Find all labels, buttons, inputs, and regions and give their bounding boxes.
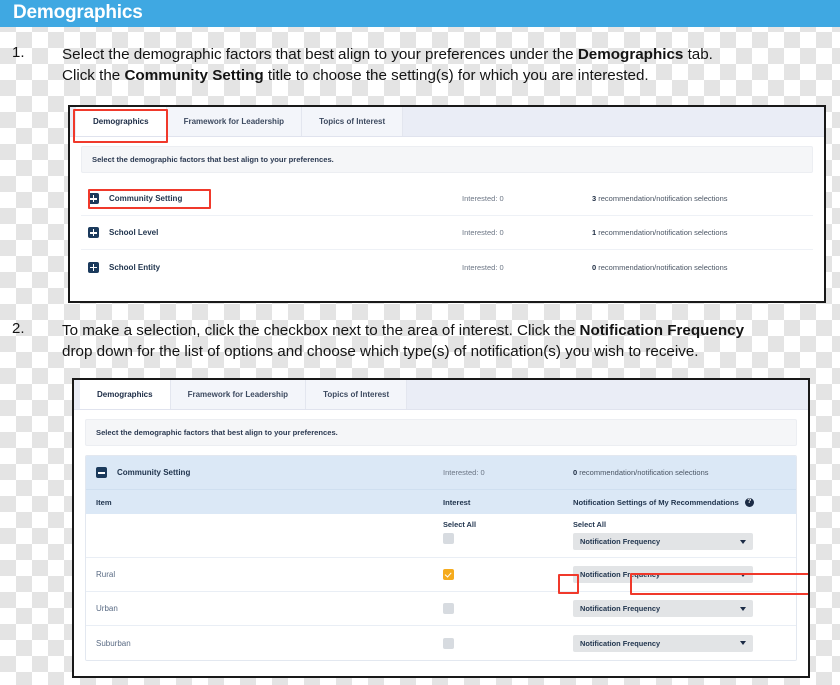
expanded-header-community-setting[interactable]: Community Setting Interested: 0 0 recomm… (86, 456, 796, 489)
tab-bar-1: Demographics Framework for Leadership To… (70, 107, 824, 137)
step-2-line1-part1: To make a selection, click the checkbox … (62, 322, 580, 339)
tab-topics-of-interest[interactable]: Topics of Interest (306, 380, 408, 409)
dropdown-label: Notification Frequency (580, 638, 661, 648)
notification-frequency-dropdown-rural[interactable]: Notification Frequency (573, 566, 753, 583)
notification-frequency-dropdown-suburban[interactable]: Notification Frequency (573, 634, 753, 652)
notification-frequency-dropdown-urban[interactable]: Notification Frequency (573, 600, 753, 617)
intro-instruction-bar-2: Select the demographic factors that best… (85, 419, 797, 446)
chevron-down-icon (740, 641, 746, 645)
step-2-line2-part1: drop down for the list of options and ch… (62, 343, 699, 360)
plus-square-icon[interactable] (88, 261, 99, 273)
cell-rural-notification: Notification Frequency (573, 566, 788, 583)
select-all-notification-label: Select All (573, 520, 606, 529)
chevron-down-icon (740, 572, 746, 577)
dropdown-label: Notification Frequency (580, 537, 661, 546)
table-column-headers: Item Interest Notification Settings of M… (86, 489, 796, 514)
plus-square-icon[interactable] (88, 227, 99, 238)
row-label-suburban: Suburban (96, 638, 131, 648)
row-label-urban: Urban (96, 604, 118, 613)
step-2-number: 2. (12, 320, 25, 337)
accordion-title-school-entity[interactable]: School Entity (109, 263, 160, 272)
interested-count-community-setting: Interested: 0 (462, 194, 504, 203)
interested-count-school-entity: Interested: 0 (462, 262, 504, 272)
selections-count-community-setting: 0 recommendation/notification selections (573, 468, 788, 477)
column-header-item: Item (96, 497, 112, 507)
chevron-down-icon (740, 539, 746, 544)
selections-count-school-level: 1 recommendation/notification selections (592, 228, 807, 237)
interested-count-community-setting: Interested: 0 (443, 468, 485, 477)
table-row-select-all: Select All Select All Notification Frequ… (86, 514, 796, 558)
cell-urban-interest (443, 603, 573, 614)
community-setting-expanded-panel: Community Setting Interested: 0 0 recomm… (85, 455, 797, 661)
screenshot-panel-2: Demographics Framework for Leadership To… (72, 378, 810, 678)
table-row-rural: Rural Notification Frequency (86, 558, 796, 592)
app-window-2: Demographics Framework for Leadership To… (74, 380, 808, 676)
demographic-factor-list: Community Setting Interested: 0 3 recomm… (81, 182, 813, 284)
row-label-rural: Rural (96, 570, 116, 579)
cell-suburban-interest (443, 637, 573, 649)
selections-label-school-entity: recommendation/notification selections (596, 262, 728, 272)
table-row-suburban: Suburban Notification Frequency (86, 626, 796, 660)
interest-checkbox-rural[interactable] (443, 569, 454, 580)
selections-count-school-entity: 0 recommendation/notification selections (592, 263, 807, 272)
page-title: Demographics (13, 2, 143, 23)
accordion-row-school-entity[interactable]: School Entity Interested: 0 0 recommenda… (81, 250, 813, 284)
screenshot-panel-1: Demographics Framework for Leadership To… (68, 105, 826, 303)
step-1-text: Select the demographic factors that best… (62, 44, 834, 86)
step-1-line2-part1: Click the (62, 67, 125, 84)
tab-bar-filler (407, 380, 808, 409)
tab-topics-of-interest[interactable]: Topics of Interest (302, 107, 404, 136)
selections-label-community-setting: recommendation/notification selections (596, 194, 728, 203)
step-1-line1-bold: Demographics (577, 46, 684, 63)
accordion-row-community-setting[interactable]: Community Setting Interested: 0 3 recomm… (81, 182, 813, 216)
content-area-2: Select the demographic factors that best… (74, 410, 808, 661)
accordion-row-school-level[interactable]: School Level Interested: 0 1 recommendat… (81, 216, 813, 250)
step-1-number: 1. (12, 44, 25, 61)
tab-demographics[interactable]: Demographics (80, 380, 171, 409)
cell-rural-interest (443, 569, 573, 580)
tab-demographics[interactable]: Demographics (76, 107, 167, 136)
tab-bar-filler (403, 107, 824, 136)
expanded-title-community-setting[interactable]: Community Setting (117, 468, 190, 477)
interested-count-school-level: Interested: 0 (462, 228, 504, 237)
app-window-1: Demographics Framework for Leadership To… (70, 107, 824, 301)
select-all-notification-frequency-dropdown[interactable]: Notification Frequency (573, 533, 753, 550)
selections-count-community-setting: 3 recommendation/notification selections (592, 194, 807, 203)
tab-framework-for-leadership[interactable]: Framework for Leadership (170, 380, 307, 409)
cell-select-all-interest: Select All (443, 520, 573, 544)
column-header-interest: Interest (443, 497, 471, 507)
step-1-line2-bold: Community Setting (124, 67, 264, 84)
cell-suburban-notification: Notification Frequency (573, 634, 788, 652)
select-all-interest-label: Select All (443, 520, 476, 529)
interest-checkbox-urban[interactable] (443, 603, 454, 614)
selections-label-community-setting: recommendation/notification selections (577, 468, 709, 477)
intro-instruction-bar-1: Select the demographic factors that best… (81, 146, 813, 173)
tab-framework-for-leadership[interactable]: Framework for Leadership (166, 107, 303, 136)
step-1-line1-part1: Select the demographic factors that best… (62, 46, 578, 63)
dropdown-label: Notification Frequency (580, 570, 661, 579)
step-2-text: To make a selection, click the checkbox … (62, 320, 834, 362)
help-icon[interactable]: ? (744, 497, 754, 507)
minus-square-icon[interactable] (96, 467, 107, 478)
chevron-down-icon (740, 606, 746, 611)
content-area-1: Select the demographic factors that best… (70, 137, 824, 284)
select-all-interest-checkbox[interactable] (443, 533, 454, 544)
dropdown-label: Notification Frequency (580, 604, 661, 613)
table-body: Select All Select All Notification Frequ… (86, 514, 796, 660)
tab-bar-2: Demographics Framework for Leadership To… (74, 380, 808, 410)
selections-label-school-level: recommendation/notification selections (596, 228, 728, 237)
plus-square-icon[interactable] (88, 193, 99, 204)
column-header-notification-settings: Notification Settings of My Recommendati… (573, 497, 788, 507)
page-banner: Demographics (0, 0, 840, 27)
accordion-title-community-setting[interactable]: Community Setting (109, 194, 182, 203)
step-1-line2-part3: title to choose the setting(s) for which… (263, 67, 649, 84)
accordion-title-school-level[interactable]: School Level (109, 228, 158, 237)
step-2-line1-bold: Notification Frequency (579, 322, 745, 339)
column-header-notification-label: Notification Settings of My Recommendati… (573, 497, 739, 507)
table-row-urban: Urban Notification Frequency (86, 592, 796, 626)
cell-select-all-notification: Select All Notification Frequency (573, 520, 788, 550)
step-1-line1-part3: tab. (683, 46, 713, 63)
interest-checkbox-suburban[interactable] (443, 637, 454, 649)
cell-urban-notification: Notification Frequency (573, 600, 788, 617)
